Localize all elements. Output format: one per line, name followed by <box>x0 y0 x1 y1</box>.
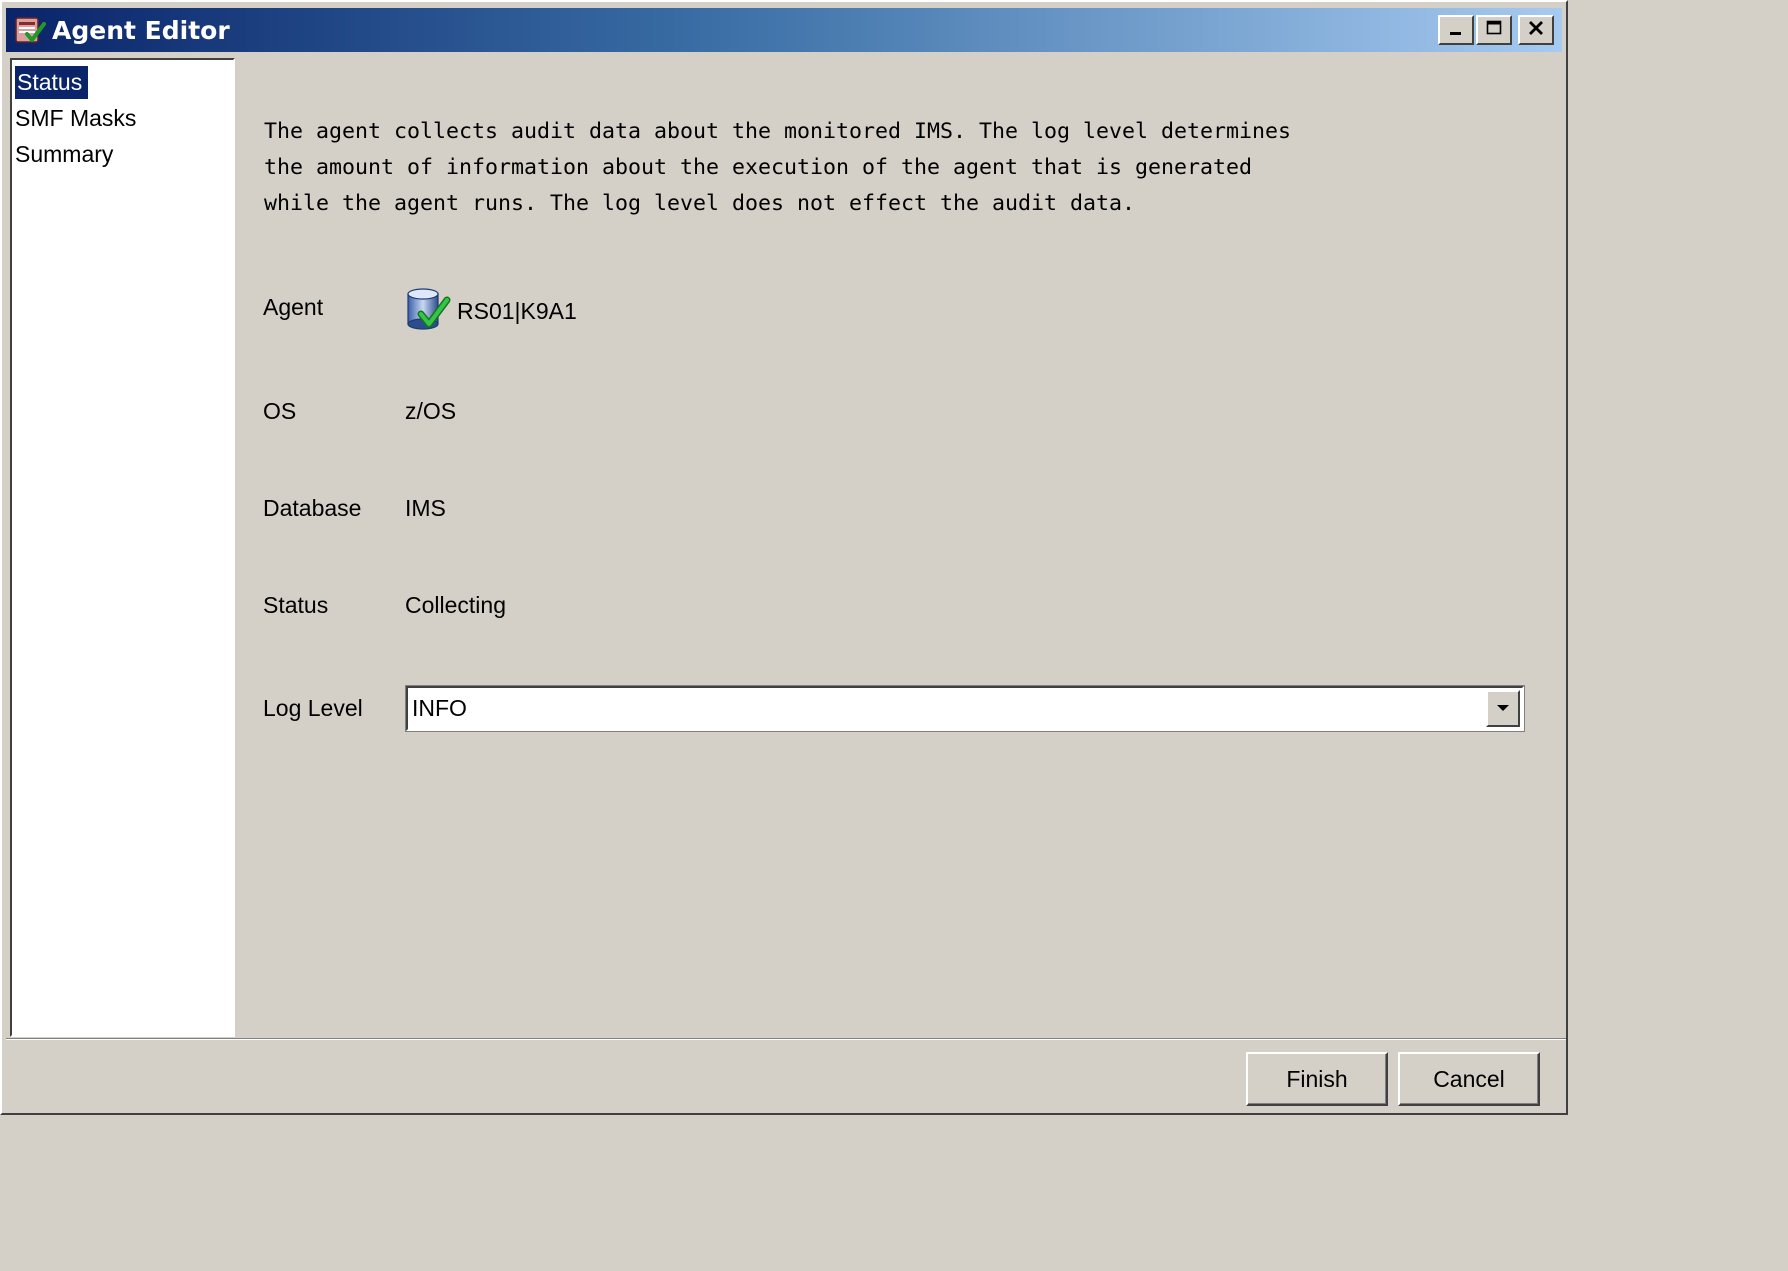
log-level-dropdown[interactable]: INFO <box>405 685 1525 732</box>
button-bar-separator <box>6 1038 1566 1040</box>
description-line: while the agent runs. The log level does… <box>264 191 1136 216</box>
log-level-label: Log Level <box>263 695 363 721</box>
nav-item-status[interactable]: Status <box>12 64 233 100</box>
database-value: IMS <box>405 495 446 521</box>
agent-value-row: RS01|K9A1 <box>405 286 577 337</box>
status-page: The agent collects audit data about the … <box>238 58 1558 1038</box>
agent-value: RS01|K9A1 <box>457 298 577 324</box>
description-line: The agent collects audit data about the … <box>264 119 1292 144</box>
minimize-button[interactable] <box>1438 15 1474 45</box>
close-icon <box>1527 19 1545 42</box>
page-navigation-list: Status SMF Masks Summary <box>10 58 235 1037</box>
minimize-icon <box>1447 19 1465 42</box>
log-level-selected-value: INFO <box>412 695 467 721</box>
maximize-button[interactable] <box>1476 15 1512 45</box>
nav-item-label: SMF Masks <box>15 105 137 131</box>
dropdown-arrow-button[interactable] <box>1486 690 1520 727</box>
nav-item-summary[interactable]: Summary <box>12 136 233 172</box>
database-label: Database <box>263 495 362 521</box>
agent-editor-window: Agent Editor Status SMF Masks Summary Th… <box>0 0 1568 1115</box>
window-title: Agent Editor <box>52 15 230 45</box>
status-label: Status <box>263 592 329 618</box>
os-label: OS <box>263 398 297 424</box>
title-bar[interactable]: Agent Editor <box>6 8 1562 52</box>
cancel-button[interactable]: Cancel <box>1398 1052 1540 1106</box>
agent-editor-icon <box>14 14 46 46</box>
description-line: the amount of information about the exec… <box>264 155 1253 180</box>
status-value: Collecting <box>405 592 506 618</box>
agent-status-ok-icon <box>405 286 451 337</box>
description-text: The agent collects audit data about the … <box>264 114 1534 222</box>
maximize-icon <box>1485 19 1503 42</box>
nav-item-label: Summary <box>15 141 114 167</box>
agent-label: Agent <box>263 294 324 320</box>
os-value: z/OS <box>405 398 457 424</box>
chevron-down-icon <box>1496 700 1510 718</box>
close-button[interactable] <box>1518 15 1554 45</box>
nav-item-smf-masks[interactable]: SMF Masks <box>12 100 233 136</box>
nav-item-label: Status <box>15 66 89 99</box>
finish-button[interactable]: Finish <box>1246 1052 1388 1106</box>
